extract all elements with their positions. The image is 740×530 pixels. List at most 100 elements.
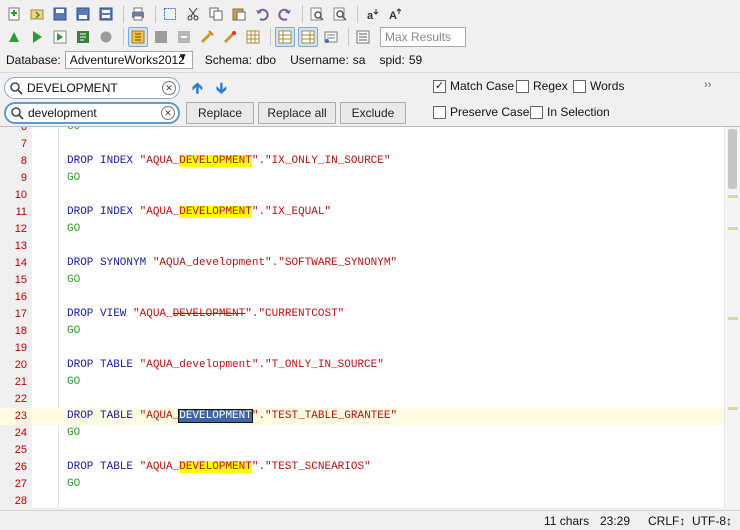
find-input-value: DEVELOPMENT (27, 81, 118, 95)
line-code: DROP SYNONYM "AQUA_development"."SOFTWAR… (67, 255, 397, 272)
code-line[interactable]: 12 GO (0, 221, 724, 238)
print-icon[interactable] (128, 4, 148, 24)
save-icon[interactable] (50, 4, 70, 24)
find-next-icon[interactable]: 🡳 (216, 78, 227, 103)
code-token: GO (67, 325, 81, 337)
spid-label: spid: (379, 53, 405, 67)
replace-input-value: development (28, 106, 97, 120)
results-grid-icon[interactable] (243, 27, 263, 47)
code-line[interactable]: 22 (0, 391, 724, 408)
words-box (573, 79, 586, 93)
preserve-case-box (433, 105, 446, 119)
code-line[interactable]: 15 GO (0, 272, 724, 289)
code-line[interactable]: 23 DROP TABLE "AQUA_DEVELOPMENT"."TEST_TA… (0, 408, 724, 425)
commit-icon[interactable] (151, 27, 171, 47)
code-token: DROP INDEX (67, 155, 140, 167)
code-line[interactable]: 27 GO (0, 476, 724, 493)
results-text-icon[interactable] (275, 27, 295, 47)
redo-icon[interactable] (275, 4, 295, 24)
clear-find-icon[interactable]: ✕ (162, 81, 176, 95)
code-line[interactable]: 26 DROP TABLE "AQUA_DEVELOPMENT"."TEST_SC… (0, 459, 724, 476)
encoding-select[interactable]: UTF-8↕ (692, 514, 732, 528)
code-line[interactable]: 20 DROP TABLE "AQUA_development"."T_ONLY_… (0, 357, 724, 374)
line-code: GO (67, 476, 80, 493)
find-input[interactable]: DEVELOPMENT ✕ (4, 77, 180, 99)
execute-current-icon[interactable] (50, 27, 70, 47)
open-file-icon[interactable] (27, 4, 47, 24)
code-line[interactable]: 14 DROP SYNONYM "AQUA_development"."SOFTW… (0, 255, 724, 272)
lowercase-icon[interactable]: a (362, 4, 382, 24)
new-file-icon[interactable] (4, 4, 24, 24)
cut-icon[interactable] (183, 4, 203, 24)
select-icon[interactable] (160, 4, 180, 24)
code-line[interactable]: 7 (0, 136, 724, 153)
toolbar-separator (348, 28, 349, 46)
copy-icon[interactable] (206, 4, 226, 24)
sql-editor[interactable]: 6 GO 7 8 DROP INDEX "AQUA_DEVELOPMENT"."IX_O… (0, 126, 740, 508)
transaction-icon[interactable] (197, 27, 217, 47)
code-line[interactable]: 28 (0, 493, 724, 508)
explain-plan-icon[interactable] (73, 27, 93, 47)
code-line[interactable]: 9 GO (0, 170, 724, 187)
replace-button[interactable]: Replace (186, 102, 254, 124)
code-line[interactable]: 24 GO (0, 425, 724, 442)
vertical-scrollbar[interactable] (724, 127, 740, 508)
execute-icon[interactable] (27, 27, 47, 47)
script-icon[interactable] (298, 27, 318, 47)
line-number: 21 (14, 376, 27, 388)
match-case-checkbox[interactable]: ✓ Match Case (433, 79, 514, 93)
clear-icon[interactable] (220, 27, 240, 47)
regex-checkbox[interactable]: Regex (516, 79, 568, 93)
words-checkbox[interactable]: Words (573, 79, 624, 93)
toolbar-separator (302, 5, 303, 23)
cursor-position: 23:29 (600, 514, 631, 528)
code-line[interactable]: 25 (0, 442, 724, 459)
in-selection-checkbox[interactable]: In Selection (530, 105, 610, 119)
database-select[interactable]: AdventureWorks2012 ▼ (64, 51, 193, 69)
code-line[interactable]: 21 GO (0, 374, 724, 391)
more-options-icon[interactable]: ›› (704, 79, 711, 91)
max-results-input[interactable]: Max Results (380, 27, 466, 47)
code-line[interactable]: 19 (0, 340, 724, 357)
code-line[interactable]: 6 GO (0, 127, 724, 136)
undo-icon[interactable] (252, 4, 272, 24)
line-code: DROP INDEX "AQUA_DEVELOPMENT"."IX_ONLY_I… (67, 153, 390, 170)
spid-value: 59 (408, 53, 423, 67)
database-value: AdventureWorks2012 (69, 53, 185, 67)
code-token: "."TEST_TABLE_GRANTEE" (251, 410, 398, 422)
add-icon[interactable] (4, 27, 24, 47)
code-line[interactable]: 18 GO (0, 323, 724, 340)
scrollbar-thumb[interactable] (728, 129, 737, 189)
stop-icon[interactable] (96, 27, 116, 47)
code-line[interactable]: 11 DROP INDEX "AQUA_DEVELOPMENT"."IX_EQUA… (0, 204, 724, 221)
format-icon[interactable] (353, 27, 373, 47)
code-token: "."IX_ONLY_IN_SOURCE" (251, 155, 391, 167)
code-line[interactable]: 17 DROP VIEW "AQUA_DEVELOPMENT"."CURRENTC… (0, 306, 724, 323)
replace-all-button[interactable]: Replace all (258, 102, 336, 124)
code-line[interactable]: 8 DROP INDEX "AQUA_DEVELOPMENT"."IX_ONLY_… (0, 153, 724, 170)
rollback-icon[interactable] (174, 27, 194, 47)
uppercase-icon[interactable]: A (385, 4, 405, 24)
find-previous-icon[interactable]: 🡱 (192, 78, 203, 103)
code-token: GO (67, 427, 81, 439)
find-replace-icon[interactable] (330, 4, 350, 24)
code-token: "."CURRENTCOST" (245, 308, 345, 320)
code-line[interactable]: 13 (0, 238, 724, 255)
clear-replace-icon[interactable]: ✕ (161, 106, 175, 120)
code-line[interactable]: 16 (0, 289, 724, 306)
exclude-button[interactable]: Exclude (340, 102, 406, 124)
line-number: 14 (14, 257, 27, 269)
replace-input[interactable]: development ✕ (4, 102, 180, 124)
line-ending-select[interactable]: CRLF↕ (648, 514, 685, 528)
line-code: GO (67, 272, 80, 289)
auto-commit-icon[interactable] (128, 27, 148, 47)
save-all-icon[interactable] (96, 4, 116, 24)
username-label: Username: (290, 53, 349, 67)
paste-icon[interactable] (229, 4, 249, 24)
preserve-case-checkbox[interactable]: Preserve Case (433, 105, 529, 119)
code-token: GO (67, 376, 81, 388)
code-line[interactable]: 10 (0, 187, 724, 204)
save-as-icon[interactable] (73, 4, 93, 24)
find-icon[interactable] (307, 4, 327, 24)
query-history-icon[interactable] (321, 27, 341, 47)
